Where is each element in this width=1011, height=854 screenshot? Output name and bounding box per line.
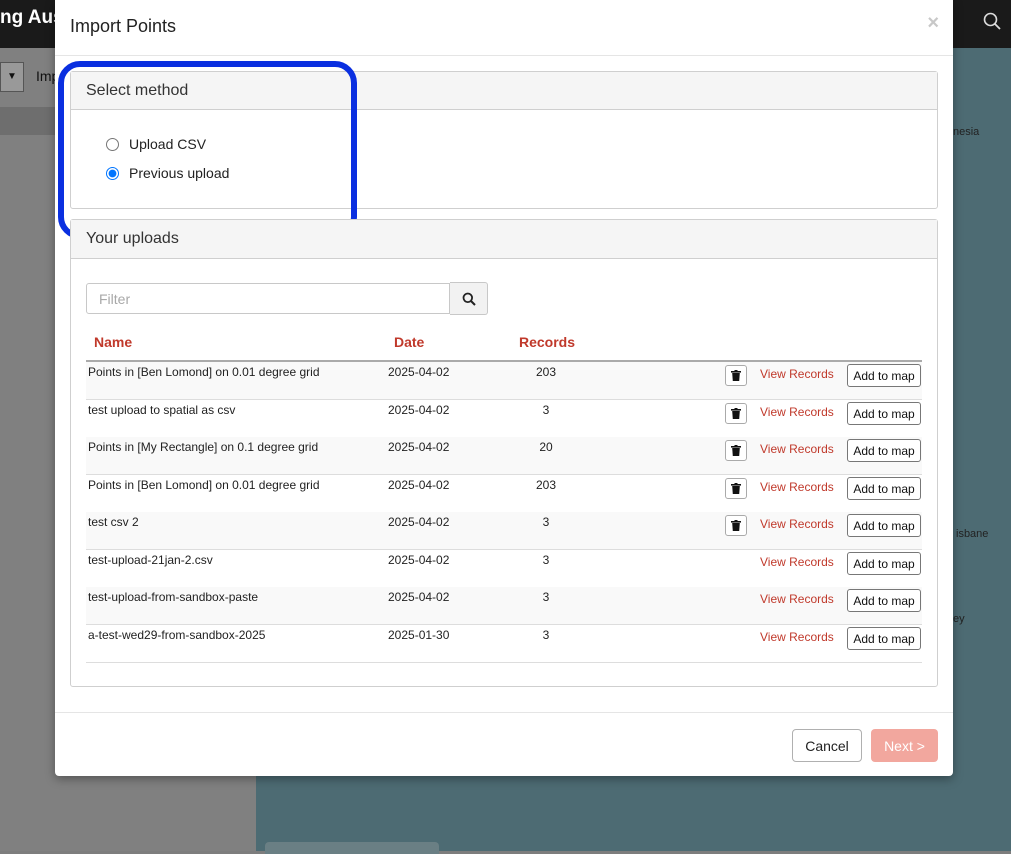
map-label: isbane (956, 528, 989, 540)
select-method-heading: Select method (71, 72, 937, 110)
trash-icon (731, 445, 741, 456)
add-to-map-button[interactable]: Add to map (847, 627, 921, 650)
table-row: Points in [Ben Lomond] on 0.01 degree gr… (86, 475, 922, 513)
filter-group (86, 282, 488, 316)
close-icon[interactable]: × (927, 12, 939, 35)
upload-records: 3 (542, 553, 550, 567)
upload-name: test csv 2 (88, 515, 139, 529)
upload-records: 3 (542, 403, 550, 417)
trash-icon (731, 520, 741, 531)
add-to-map-button[interactable]: Add to map (847, 477, 921, 500)
upload-date: 2025-04-02 (388, 515, 450, 529)
add-to-map-button[interactable]: Add to map (847, 402, 921, 425)
upload-records: 203 (535, 365, 557, 379)
view-records-link[interactable]: View Records (760, 367, 834, 381)
left-panel-strip (0, 107, 60, 135)
trash-icon (731, 370, 741, 381)
radio-previous-upload[interactable]: Previous upload (106, 165, 229, 181)
radio-previous-upload-input[interactable] (106, 166, 119, 180)
chevron-down-icon[interactable]: ▼ (0, 62, 24, 92)
view-records-link[interactable]: View Records (760, 592, 834, 606)
upload-date: 2025-04-02 (388, 440, 450, 454)
delete-button[interactable] (725, 365, 747, 386)
table-row: Points in [My Rectangle] on 0.1 degree g… (86, 437, 922, 475)
table-row: a-test-wed29-from-sandbox-2025 2025-01-30… (86, 625, 922, 663)
view-records-link[interactable]: View Records (760, 517, 834, 531)
column-header-records[interactable]: Records (519, 334, 575, 350)
map-bottom-tab[interactable] (265, 842, 439, 854)
delete-button[interactable] (725, 403, 747, 424)
your-uploads-panel: Your uploads Name Date Records Points in… (70, 219, 938, 687)
view-records-link[interactable]: View Records (760, 555, 834, 569)
upload-name: test-upload-21jan-2.csv (88, 553, 213, 567)
cancel-button[interactable]: Cancel (792, 729, 862, 762)
delete-button[interactable] (725, 478, 747, 499)
add-to-map-button[interactable]: Add to map (847, 589, 921, 612)
table-row: test-upload-21jan-2.csv 2025-04-02 3 View R… (86, 550, 922, 588)
radio-previous-upload-label: Previous upload (129, 165, 230, 181)
map-label: ey (953, 613, 965, 625)
upload-name: Points in [Ben Lomond] on 0.01 degree gr… (88, 478, 320, 492)
delete-button[interactable] (725, 515, 747, 536)
radio-upload-csv-label: Upload CSV (129, 136, 207, 152)
upload-records: 3 (542, 628, 550, 642)
map-label: nesia (953, 126, 980, 138)
modal-title: Import Points (70, 16, 177, 36)
import-points-modal: Import Points × Select method Upload CSV… (55, 0, 953, 776)
upload-date: 2025-04-02 (388, 590, 450, 604)
column-header-name[interactable]: Name (94, 334, 132, 350)
upload-records: 3 (542, 590, 550, 604)
view-records-link[interactable]: View Records (760, 630, 834, 644)
table-row: test upload to spatial as csv 2025-04-02 3… (86, 400, 922, 438)
table-row: test csv 2 2025-04-02 3 View Records Add to … (86, 512, 922, 550)
upload-date: 2025-04-02 (388, 403, 450, 417)
upload-name: test upload to spatial as csv (88, 403, 236, 417)
radio-upload-csv[interactable]: Upload CSV (106, 136, 206, 152)
radio-upload-csv-input[interactable] (106, 137, 119, 151)
upload-date: 2025-04-02 (388, 553, 450, 567)
filter-input[interactable] (86, 283, 450, 314)
view-records-link[interactable]: View Records (760, 442, 834, 456)
table-row: test-upload-from-sandbox-paste 2025-04-02… (86, 587, 922, 625)
add-to-map-button[interactable]: Add to map (847, 514, 921, 537)
add-to-map-button[interactable]: Add to map (847, 364, 921, 387)
next-button[interactable]: Next > (871, 729, 938, 762)
view-records-link[interactable]: View Records (760, 480, 834, 494)
filter-search-button[interactable] (450, 282, 488, 315)
upload-records: 203 (535, 478, 557, 492)
upload-name: Points in [Ben Lomond] on 0.01 degree gr… (88, 365, 320, 379)
table-row: Points in [Ben Lomond] on 0.01 degree gr… (86, 362, 922, 400)
delete-button[interactable] (725, 440, 747, 461)
upload-name: test-upload-from-sandbox-paste (88, 590, 259, 604)
search-icon (462, 292, 476, 306)
upload-date: 2025-01-30 (388, 628, 450, 642)
trash-icon (731, 483, 741, 494)
upload-date: 2025-04-02 (388, 365, 450, 379)
upload-records: 3 (542, 515, 550, 529)
select-method-panel: Select method Upload CSV Previous upload (70, 71, 938, 209)
upload-name: a-test-wed29-from-sandbox-2025 (88, 628, 266, 642)
search-icon[interactable] (983, 12, 1001, 30)
upload-records: 20 (539, 440, 553, 454)
upload-name: Points in [My Rectangle] on 0.1 degree g… (88, 440, 319, 454)
trash-icon (731, 408, 741, 419)
add-to-map-button[interactable]: Add to map (847, 439, 921, 462)
view-records-link[interactable]: View Records (760, 405, 834, 419)
modal-footer: Cancel Next > (55, 712, 953, 777)
modal-header: Import Points × (55, 0, 953, 56)
upload-date: 2025-04-02 (388, 478, 450, 492)
your-uploads-heading: Your uploads (71, 220, 937, 259)
add-to-map-button[interactable]: Add to map (847, 552, 921, 575)
column-header-date[interactable]: Date (394, 334, 424, 350)
